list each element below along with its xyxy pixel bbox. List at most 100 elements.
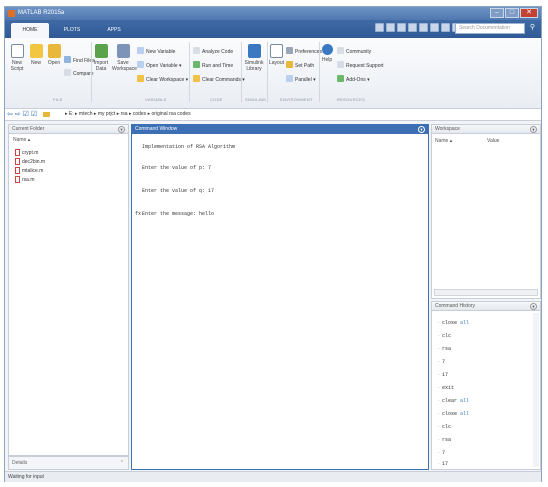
command-output-line: Implementation of RSA Algorithm	[142, 144, 236, 150]
tab-apps[interactable]: APPS	[95, 23, 133, 38]
workspace-value-column[interactable]: Value	[487, 138, 499, 144]
vertical-scrollbar[interactable]	[533, 313, 539, 467]
code-group-label: CODE	[210, 97, 223, 102]
command-history-panel: Command History ▼ - close all - clc - rsa -…	[431, 301, 541, 470]
file-item[interactable]: mtalice.m	[15, 167, 43, 174]
file-item[interactable]: dec2bin.m	[15, 158, 45, 165]
workspace-panel: Workspace ▼ Name ▴ Value	[431, 124, 541, 299]
analyze-code-button[interactable]: Analyze Code	[193, 47, 233, 56]
function-prompt-icon[interactable]: fx	[135, 211, 141, 217]
history-item[interactable]: -7	[437, 450, 445, 456]
history-item[interactable]: - close all	[437, 320, 469, 326]
ribbon-separator	[189, 42, 190, 102]
save-workspace-button[interactable]: Save Workspace	[112, 44, 137, 72]
history-item[interactable]: -17	[437, 461, 448, 467]
history-item[interactable]: - clc	[437, 333, 451, 339]
tab-plots[interactable]: PLOTS	[53, 23, 91, 38]
history-item[interactable]: -7	[437, 359, 445, 365]
history-item[interactable]: - rsa	[437, 346, 451, 352]
paste-quick-icon[interactable]	[408, 23, 417, 32]
undo-quick-icon[interactable]	[419, 23, 428, 32]
clear-workspace-icon	[137, 75, 144, 82]
set-path-icon	[286, 61, 293, 68]
help-button[interactable]: Help	[321, 44, 333, 63]
workspace-name-column[interactable]: Name ▴	[435, 138, 452, 144]
status-bar: Waiting for input	[5, 471, 541, 482]
import-data-button[interactable]: Import Data	[93, 44, 109, 72]
add-ons-icon	[337, 75, 344, 82]
current-folder-header: Current Folder ▼	[9, 125, 128, 134]
ribbon-separator	[267, 42, 268, 102]
set-path-button[interactable]: Set Path	[286, 61, 314, 70]
panel-menu-icon[interactable]: ▼	[418, 126, 425, 133]
close-button[interactable]: ✕	[520, 8, 538, 18]
new-variable-icon	[137, 47, 144, 54]
history-item[interactable]: - rsa	[437, 437, 451, 443]
window-title: MATLAB R2015a	[18, 10, 65, 16]
simulink-group-label: SIMULINK	[245, 97, 267, 102]
cut-quick-icon[interactable]	[386, 23, 395, 32]
parallel-icon	[286, 75, 293, 82]
address-bar: ⇦ ⇨ ☑ ☑ ▸ E: ▸ mtech ▸ my prjct ▸ rsa ▸ …	[5, 109, 541, 121]
history-item[interactable]: - clc	[437, 424, 451, 430]
folder-icon	[43, 112, 50, 117]
clear-workspace-button[interactable]: Clear Workspace ▾	[137, 75, 188, 84]
new-variable-button[interactable]: New Variable	[137, 47, 175, 56]
title-bar: MATLAB R2015a – □ ✕	[5, 7, 541, 20]
command-output-line: Enter the value of p: 7	[142, 165, 212, 171]
analyze-code-icon	[193, 47, 200, 54]
redo-quick-icon[interactable]	[430, 23, 439, 32]
clear-commands-button[interactable]: Clear Commands ▾	[193, 75, 245, 84]
chevron-up-icon[interactable]: ⌃	[120, 457, 124, 469]
name-column-header[interactable]: Name ▴	[13, 137, 30, 143]
layout-button[interactable]: Layout	[269, 44, 284, 66]
switch-windows-quick-icon[interactable]	[441, 23, 450, 32]
m-file-icon	[15, 149, 20, 156]
ribbon-separator	[241, 42, 242, 102]
tab-home[interactable]: HOME	[11, 23, 49, 38]
search-icon[interactable]: ⚲	[530, 23, 535, 31]
environment-group-label: ENVIRONMENT	[280, 97, 313, 102]
history-item[interactable]: -17	[437, 372, 448, 378]
workspace-header: Workspace ▼	[432, 125, 540, 134]
run-and-time-button[interactable]: Run and Time	[193, 61, 233, 70]
minimize-button[interactable]: –	[490, 8, 504, 18]
community-button[interactable]: Community	[337, 47, 371, 56]
request-support-button[interactable]: Request Support	[337, 61, 384, 70]
save-quick-icon[interactable]	[375, 23, 384, 32]
preferences-button[interactable]: Preferences	[286, 47, 322, 56]
matlab-logo-icon	[8, 10, 15, 17]
add-ons-button[interactable]: Add-Ons ▾	[337, 75, 370, 84]
horizontal-scrollbar[interactable]	[434, 289, 538, 296]
new-script-button[interactable]: New Script	[9, 44, 25, 72]
file-item[interactable]: rsa.m	[15, 176, 35, 183]
clear-commands-icon	[193, 75, 200, 82]
details-panel[interactable]: Details ⌃	[8, 456, 129, 470]
simulink-library-button[interactable]: Simulink Library	[244, 44, 264, 72]
import-arrow-icon	[94, 44, 108, 58]
search-documentation-input[interactable]: Search Documentation	[455, 23, 525, 34]
file-item[interactable]: crypt.m	[15, 149, 38, 156]
history-item[interactable]: - exit	[437, 385, 454, 391]
open-variable-button[interactable]: Open Variable ▾	[137, 61, 182, 70]
maximize-button[interactable]: □	[505, 8, 519, 18]
new-button[interactable]: New	[28, 44, 44, 66]
request-support-icon	[337, 61, 344, 68]
navigation-arrows-icon[interactable]: ⇦ ⇨ ☑ ☑	[7, 109, 37, 120]
current-folder-path[interactable]: ▸ E: ▸ mtech ▸ my prjct ▸ rsa ▸ codes ▸ …	[65, 109, 191, 120]
compare-button[interactable]: Compare	[64, 69, 94, 78]
command-history-header: Command History ▼	[432, 302, 540, 311]
file-group-label: FILE	[53, 97, 63, 102]
open-folder-icon	[47, 44, 61, 58]
run-and-time-icon	[193, 61, 200, 68]
panel-menu-icon[interactable]: ▼	[530, 303, 537, 310]
command-input-line[interactable]: Enter the message: hello	[142, 211, 214, 217]
parallel-button[interactable]: Parallel ▾	[286, 75, 316, 84]
history-item[interactable]: - clear all	[437, 398, 469, 404]
history-item[interactable]: - close all	[437, 411, 469, 417]
panel-menu-icon[interactable]: ▼	[118, 126, 125, 133]
open-button[interactable]: Open	[46, 44, 62, 66]
command-window[interactable]: Command Window ▼ Implementation of RSA A…	[131, 124, 429, 470]
copy-quick-icon[interactable]	[397, 23, 406, 32]
panel-menu-icon[interactable]: ▼	[530, 126, 537, 133]
